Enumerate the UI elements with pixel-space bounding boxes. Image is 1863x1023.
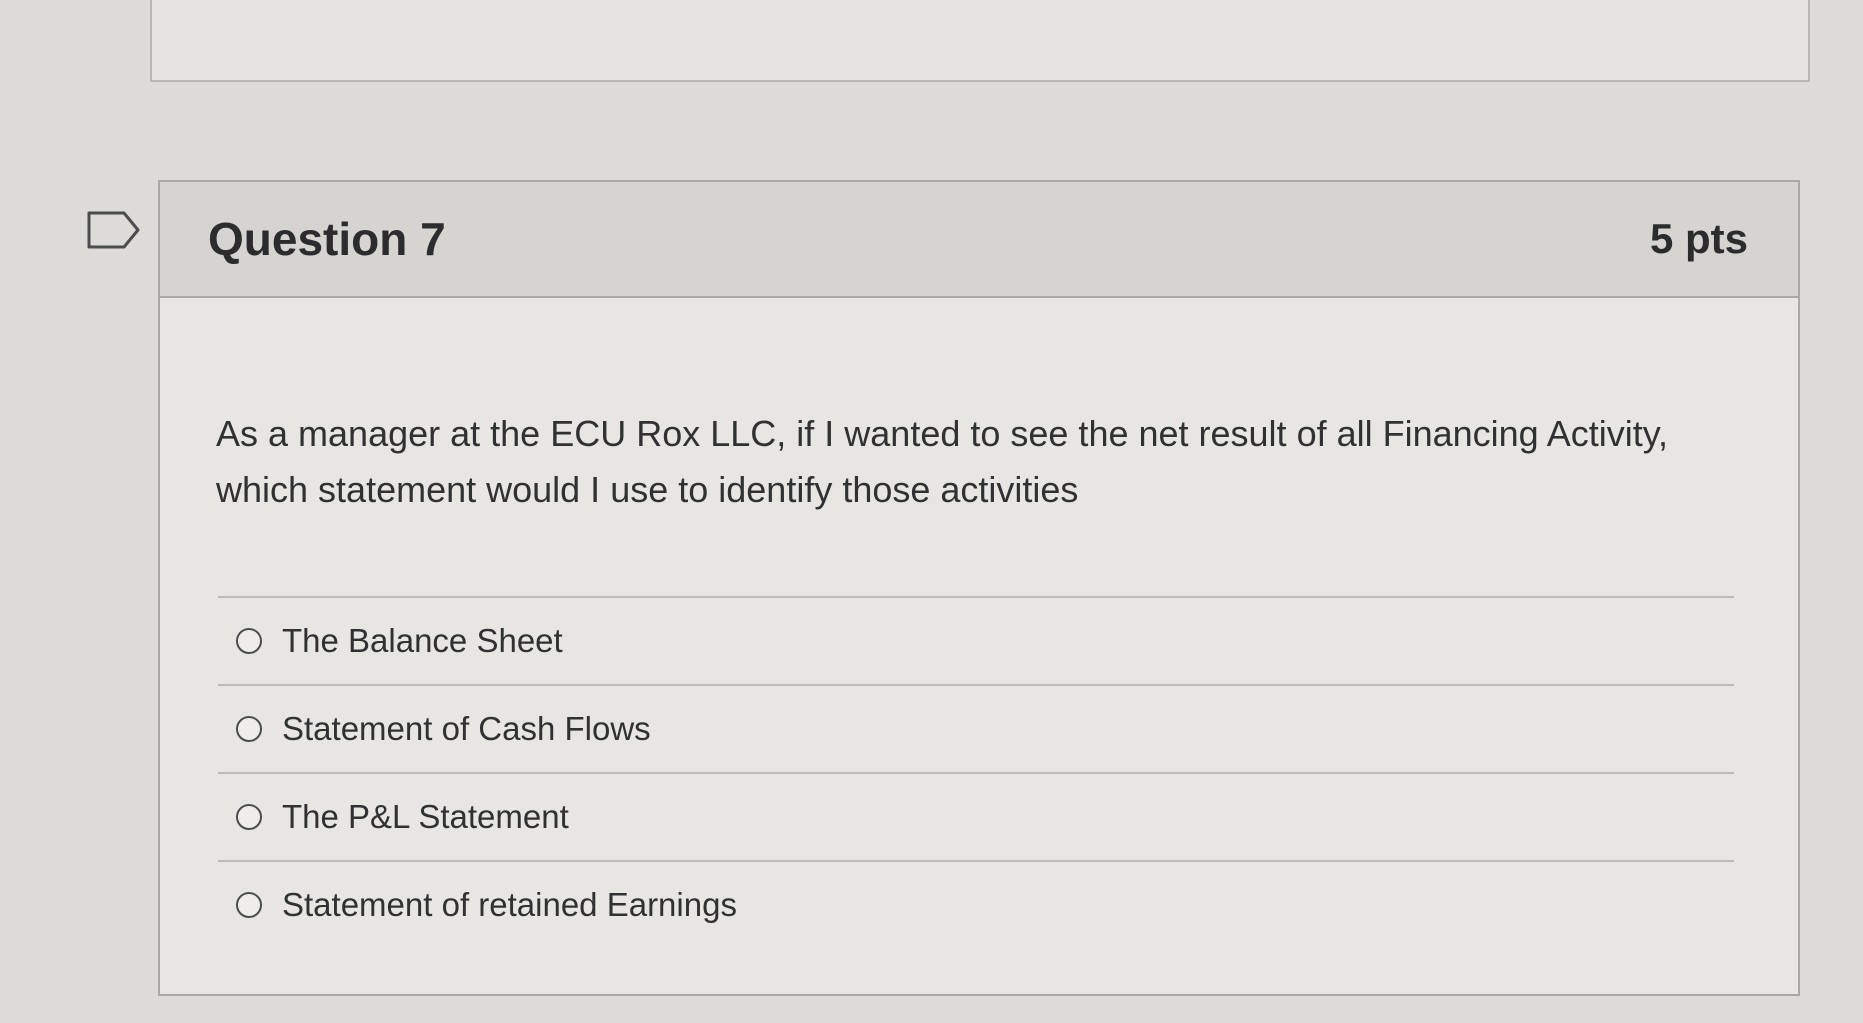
answer-option-balance-sheet[interactable]: The Balance Sheet bbox=[218, 596, 1734, 684]
previous-question-card bbox=[150, 0, 1810, 82]
radio-button-icon[interactable] bbox=[236, 716, 262, 742]
question-header: Question 7 5 pts bbox=[160, 182, 1798, 298]
question-points: 5 pts bbox=[1649, 215, 1748, 262]
answer-label: The P&L Statement bbox=[282, 798, 569, 835]
answer-label: Statement of Cash Flows bbox=[282, 710, 651, 747]
answer-list: The Balance Sheet Statement of Cash Flow… bbox=[218, 596, 1734, 948]
answer-label: Statement of retained Earnings bbox=[282, 886, 737, 923]
question-card: Question 7 5 pts As a manager at the ECU… bbox=[158, 180, 1800, 996]
radio-button-icon[interactable] bbox=[236, 892, 262, 918]
question-text: As a manager at the ECU Rox LLC, if I wa… bbox=[216, 413, 1669, 510]
radio-button-icon[interactable] bbox=[236, 628, 262, 654]
question-title: Question 7 bbox=[208, 213, 446, 265]
answer-option-cash-flows[interactable]: Statement of Cash Flows bbox=[218, 684, 1734, 772]
flag-question-icon[interactable] bbox=[86, 210, 142, 250]
answer-option-retained-earnings[interactable]: Statement of retained Earnings bbox=[218, 860, 1734, 948]
answer-option-pl-statement[interactable]: The P&L Statement bbox=[218, 772, 1734, 860]
radio-button-icon[interactable] bbox=[236, 804, 262, 830]
answer-label: The Balance Sheet bbox=[282, 622, 563, 659]
